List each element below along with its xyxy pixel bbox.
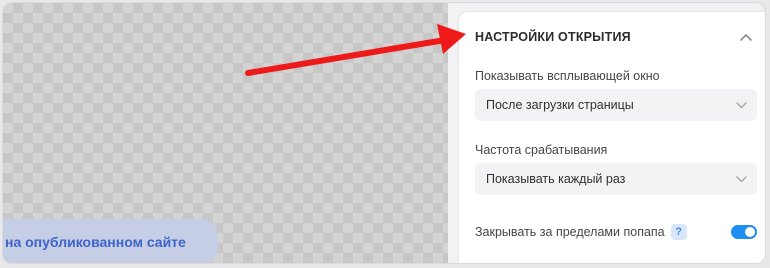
- frequency-label: Частота срабатывания: [475, 143, 608, 157]
- chevron-down-icon: [736, 98, 747, 112]
- view-on-published-site-button[interactable]: на опубликованном сайте: [3, 219, 218, 263]
- frequency-value: Показывать каждый раз: [486, 172, 626, 186]
- toggle-knob: [745, 227, 755, 237]
- show-popup-label: Показывать всплывающей окно: [475, 69, 660, 83]
- close-outside-toggle[interactable]: [731, 225, 757, 239]
- chevron-down-icon: [736, 172, 747, 186]
- open-settings-header[interactable]: НАСТРОЙКИ ОТКРЫТИЯ: [459, 22, 765, 52]
- settings-panel: НАСТРОЙКИ ОТКРЫТИЯ Показывать всплывающе…: [458, 11, 765, 263]
- show-popup-select[interactable]: После загрузки страницы: [475, 89, 757, 121]
- close-outside-row: Закрывать за пределами попапа ?: [475, 220, 757, 244]
- chevron-up-icon[interactable]: [738, 29, 754, 45]
- show-popup-value: После загрузки страницы: [486, 98, 634, 112]
- close-outside-label: Закрывать за пределами попапа: [475, 225, 665, 239]
- editor-window: на опубликованном сайте НАСТРОЙКИ ОТКРЫТ…: [2, 2, 766, 264]
- section-title: НАСТРОЙКИ ОТКРЫТИЯ: [475, 30, 631, 44]
- published-site-label: на опубликованном сайте: [5, 233, 186, 250]
- help-icon[interactable]: ?: [670, 224, 687, 240]
- preview-canvas[interactable]: на опубликованном сайте: [3, 3, 448, 263]
- frequency-select[interactable]: Показывать каждый раз: [475, 163, 757, 195]
